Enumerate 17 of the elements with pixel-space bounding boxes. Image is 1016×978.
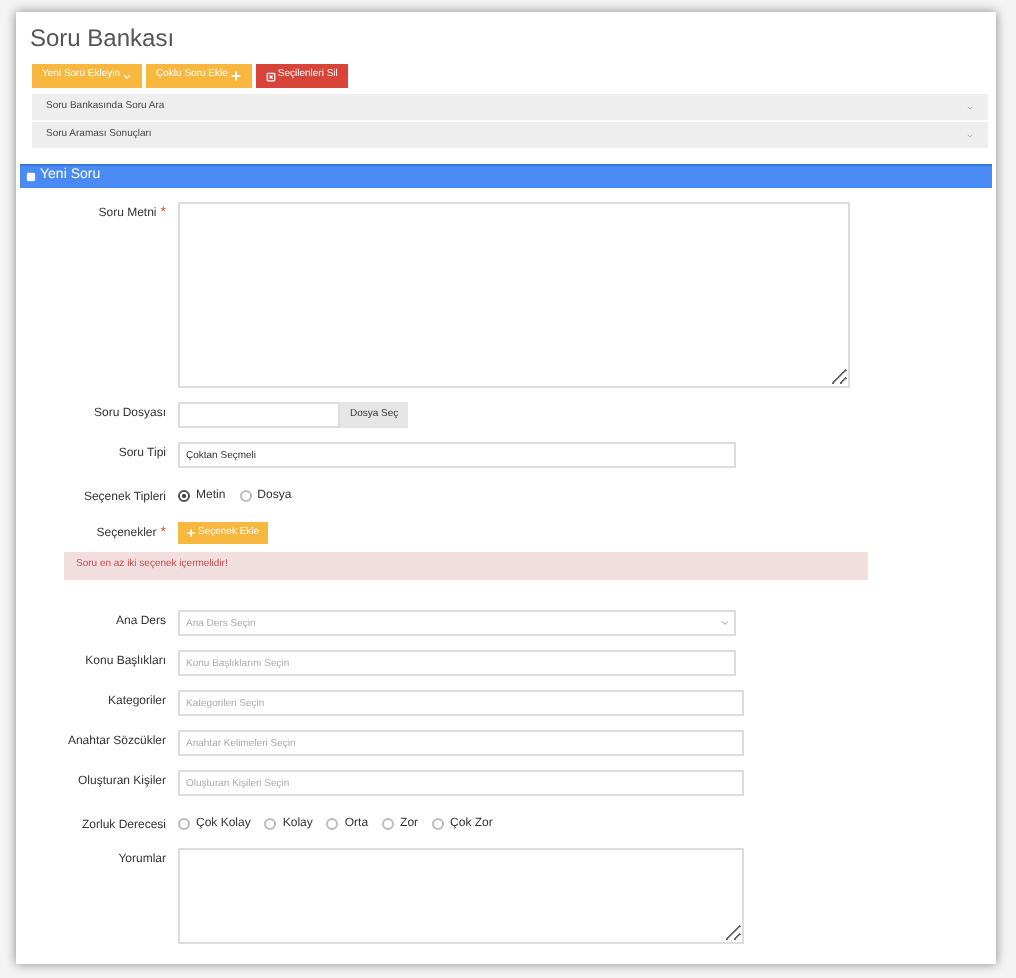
file-field[interactable] xyxy=(178,402,340,428)
radio-button[interactable] xyxy=(178,818,190,830)
radio-button[interactable] xyxy=(382,818,395,830)
caret-icon xyxy=(122,71,133,81)
radio-button[interactable] xyxy=(178,490,190,502)
plus-icon xyxy=(229,70,242,82)
caret-icon xyxy=(720,618,730,628)
square-icon xyxy=(26,172,36,182)
radio-button[interactable] xyxy=(326,818,339,830)
text-area[interactable] xyxy=(178,202,850,388)
plus-icon xyxy=(186,528,196,538)
page-title: Soru Bankası xyxy=(28,22,177,52)
radio-button[interactable] xyxy=(432,818,445,830)
delete-icon xyxy=(265,71,276,81)
radio-button[interactable] xyxy=(239,490,252,502)
text-area[interactable] xyxy=(178,848,744,944)
radio-button[interactable] xyxy=(264,818,277,830)
